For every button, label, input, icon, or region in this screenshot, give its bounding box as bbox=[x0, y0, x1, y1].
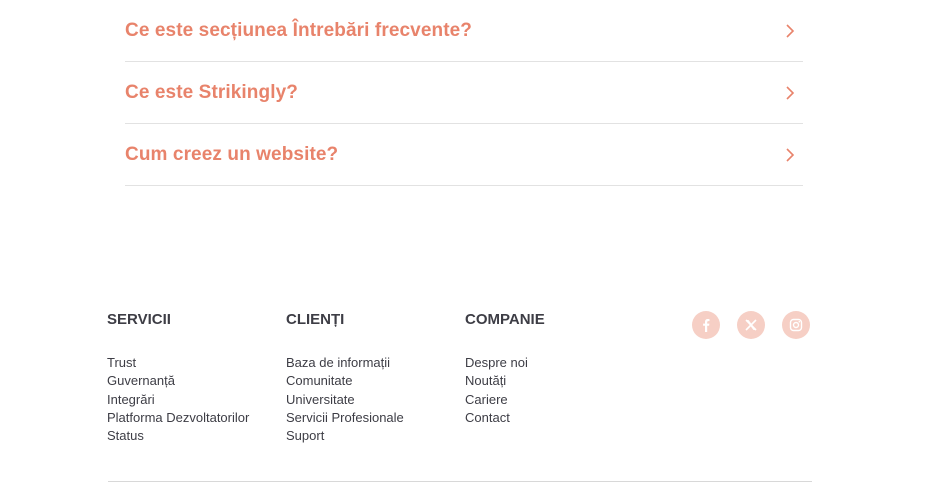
footer-link[interactable]: Cariere bbox=[465, 391, 645, 409]
footer-column-clienti: CLIENȚI Baza de informații Comunitate Un… bbox=[286, 311, 466, 445]
footer-link[interactable]: Platforma Dezvoltatorilor bbox=[107, 409, 287, 427]
footer-link[interactable]: Integrări bbox=[107, 391, 287, 409]
footer-column-servicii: SERVICII Trust Guvernanță Integrări Plat… bbox=[107, 311, 287, 445]
faq-section: Ce este secțiunea Întrebări frecvente? C… bbox=[125, 0, 803, 186]
facebook-icon bbox=[703, 319, 710, 332]
footer-link[interactable]: Suport bbox=[286, 427, 466, 445]
instagram-icon bbox=[789, 318, 803, 332]
chevron-right-icon[interactable] bbox=[783, 23, 797, 38]
faq-item[interactable]: Cum creez un website? bbox=[125, 124, 803, 186]
footer-column-title: SERVICII bbox=[107, 311, 171, 328]
footer-link[interactable]: Despre noi bbox=[465, 354, 645, 372]
footer-divider bbox=[108, 481, 812, 482]
faq-question[interactable]: Ce este secțiunea Întrebări frecvente? bbox=[125, 20, 472, 42]
footer-column-companie: COMPANIE Despre noi Noutăți Cariere Cont… bbox=[465, 311, 645, 427]
footer-column-title: COMPANIE bbox=[465, 311, 545, 328]
faq-item[interactable]: Ce este Strikingly? bbox=[125, 62, 803, 124]
footer-link[interactable]: Noutăți bbox=[465, 372, 645, 390]
social-links bbox=[692, 311, 810, 339]
footer-link[interactable]: Trust bbox=[107, 354, 287, 372]
footer-link[interactable]: Baza de informații bbox=[286, 354, 466, 372]
faq-question[interactable]: Cum creez un website? bbox=[125, 144, 338, 166]
faq-item[interactable]: Ce este secțiunea Întrebări frecvente? bbox=[125, 0, 803, 62]
instagram-button[interactable] bbox=[782, 311, 810, 339]
footer-column-title: CLIENȚI bbox=[286, 311, 345, 328]
faq-question[interactable]: Ce este Strikingly? bbox=[125, 82, 298, 104]
x-twitter-button[interactable] bbox=[737, 311, 765, 339]
footer-link[interactable]: Guvernanță bbox=[107, 372, 287, 390]
facebook-button[interactable] bbox=[692, 311, 720, 339]
chevron-right-icon[interactable] bbox=[783, 147, 797, 162]
footer-link[interactable]: Servicii Profesionale bbox=[286, 409, 466, 427]
footer-link[interactable]: Contact bbox=[465, 409, 645, 427]
footer-link[interactable]: Universitate bbox=[286, 391, 466, 409]
chevron-right-icon[interactable] bbox=[783, 85, 797, 100]
footer-link[interactable]: Comunitate bbox=[286, 372, 466, 390]
x-twitter-icon bbox=[745, 319, 757, 331]
footer-link[interactable]: Status bbox=[107, 427, 287, 445]
